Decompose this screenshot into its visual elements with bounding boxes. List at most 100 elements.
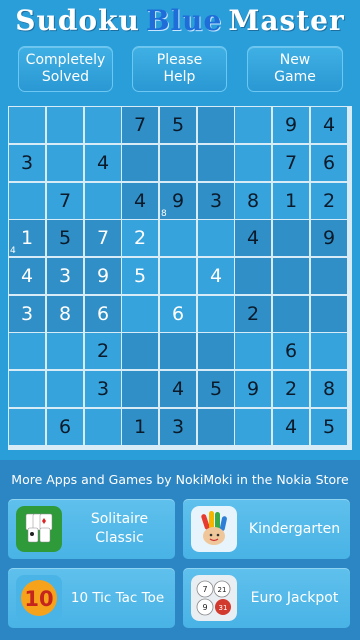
sudoku-cell[interactable]: 9 [85, 258, 121, 294]
sudoku-cell[interactable]: 7 [47, 183, 83, 219]
sudoku-cell[interactable] [9, 333, 45, 369]
sudoku-cell[interactable] [122, 296, 158, 332]
sudoku-cell[interactable]: 7 [122, 107, 158, 143]
sudoku-cell[interactable]: 2 [85, 333, 121, 369]
painted-hand-icon [191, 506, 237, 552]
app-tile-kindergarten[interactable]: Kindergarten [183, 499, 350, 559]
sudoku-cell[interactable] [235, 258, 271, 294]
sudoku-cell[interactable]: 2 [122, 220, 158, 256]
app-label-euro-jackpot: Euro Jackpot [250, 589, 339, 606]
please-help-button[interactable]: Please Help [132, 46, 227, 92]
sudoku-cell[interactable]: 9 [273, 107, 309, 143]
sudoku-cell[interactable]: 6 [85, 296, 121, 332]
sudoku-cell[interactable]: 8 [47, 296, 83, 332]
svg-text:21: 21 [218, 586, 227, 594]
sudoku-cell[interactable]: 4 [235, 220, 271, 256]
sudoku-cell[interactable] [47, 371, 83, 407]
sudoku-cell[interactable] [9, 183, 45, 219]
sudoku-cell[interactable]: 5 [160, 107, 196, 143]
sudoku-cell[interactable] [160, 145, 196, 181]
sudoku-cell[interactable] [235, 107, 271, 143]
sudoku-cell[interactable] [9, 409, 45, 445]
sudoku-cell[interactable] [311, 258, 347, 294]
sudoku-cell[interactable]: 7 [85, 220, 121, 256]
sudoku-cell[interactable] [198, 296, 234, 332]
sudoku-cell[interactable]: 4 [160, 371, 196, 407]
sudoku-cell[interactable] [122, 371, 158, 407]
sudoku-cell[interactable]: 8 [235, 183, 271, 219]
sudoku-cell[interactable] [273, 220, 309, 256]
sudoku-cell[interactable]: 4 [85, 145, 121, 181]
sudoku-cell[interactable] [235, 409, 271, 445]
sudoku-cell[interactable]: 6 [47, 409, 83, 445]
sudoku-cell[interactable] [160, 220, 196, 256]
sudoku-cell[interactable]: 5 [122, 258, 158, 294]
title-word-blue: Blue [145, 4, 223, 37]
sudoku-cell[interactable] [122, 333, 158, 369]
sudoku-cell[interactable] [235, 333, 271, 369]
sudoku-cell[interactable]: 3 [9, 145, 45, 181]
sudoku-cell[interactable]: 4 [122, 183, 158, 219]
sudoku-cell[interactable]: 4 [9, 258, 45, 294]
sudoku-cell[interactable]: 6 [311, 145, 347, 181]
app-title: Sudoku Blue Master [0, 4, 360, 40]
sudoku-cell[interactable] [85, 183, 121, 219]
sudoku-cell[interactable]: 5 [311, 409, 347, 445]
sudoku-cell[interactable]: 3 [85, 371, 121, 407]
sudoku-cell[interactable] [198, 409, 234, 445]
sudoku-cell[interactable] [85, 107, 121, 143]
sudoku-cell[interactable] [47, 107, 83, 143]
sudoku-cell[interactable]: 6 [273, 333, 309, 369]
sudoku-cell[interactable] [198, 107, 234, 143]
sudoku-cell[interactable]: 3 [47, 258, 83, 294]
sudoku-cell[interactable] [273, 258, 309, 294]
sudoku-cell[interactable]: 9 [311, 220, 347, 256]
sudoku-cell[interactable] [311, 333, 347, 369]
sudoku-board: 7594347674938121572494395438662263459286… [8, 106, 352, 450]
sudoku-cell[interactable] [235, 145, 271, 181]
app-tile-tic-tac-toe[interactable]: 10 10 Tic Tac Toe [8, 568, 175, 628]
sudoku-cell[interactable]: 1 [273, 183, 309, 219]
sudoku-cell[interactable]: 9 [235, 371, 271, 407]
sudoku-cell[interactable] [9, 371, 45, 407]
solitaire-cards-icon [16, 506, 62, 552]
sudoku-cell[interactable] [85, 409, 121, 445]
app-label-kindergarten: Kindergarten [248, 520, 341, 537]
sudoku-cell[interactable] [47, 145, 83, 181]
sudoku-cell[interactable] [311, 296, 347, 332]
sudoku-cell[interactable] [198, 145, 234, 181]
sudoku-cell[interactable] [122, 145, 158, 181]
sudoku-cell[interactable] [273, 296, 309, 332]
sudoku-cell[interactable]: 2 [273, 371, 309, 407]
sudoku-cell[interactable] [198, 220, 234, 256]
sudoku-cell[interactable]: 5 [47, 220, 83, 256]
sudoku-cell[interactable]: 4 [198, 258, 234, 294]
sudoku-cell[interactable]: 5 [198, 371, 234, 407]
sudoku-cell[interactable]: 7 [273, 145, 309, 181]
svg-text:9: 9 [202, 603, 207, 612]
title-word-master: Master [228, 4, 345, 37]
sudoku-cell[interactable] [9, 107, 45, 143]
sudoku-cell[interactable] [160, 258, 196, 294]
sudoku-cell[interactable]: 2 [311, 183, 347, 219]
completely-solved-button[interactable]: Completely Solved [18, 46, 113, 92]
app-tile-euro-jackpot[interactable]: 7 21 9 31 Euro Jackpot [183, 568, 350, 628]
sudoku-cell[interactable]: 3 [9, 296, 45, 332]
sudoku-cell[interactable]: 4 [311, 107, 347, 143]
sudoku-cell[interactable] [47, 333, 83, 369]
app-tile-solitaire[interactable]: Solitaire Classic [8, 499, 175, 559]
app-label-tic-tac-toe: 10 Tic Tac Toe [70, 589, 165, 606]
svg-text:31: 31 [219, 604, 228, 612]
sudoku-cell[interactable] [198, 333, 234, 369]
sudoku-cell[interactable]: 3 [160, 409, 196, 445]
app-label-solitaire: Solitaire Classic [90, 511, 149, 546]
sudoku-cell[interactable]: 1 [122, 409, 158, 445]
sudoku-cell[interactable]: 2 [235, 296, 271, 332]
sudoku-cell[interactable]: 6 [160, 296, 196, 332]
sudoku-cell[interactable] [160, 333, 196, 369]
sudoku-cell[interactable]: 8 [311, 371, 347, 407]
sudoku-cell[interactable]: 4 [273, 409, 309, 445]
lottery-balls-icon: 7 21 9 31 [191, 575, 237, 621]
new-game-button[interactable]: New Game [247, 46, 343, 92]
sudoku-cell[interactable]: 3 [198, 183, 234, 219]
